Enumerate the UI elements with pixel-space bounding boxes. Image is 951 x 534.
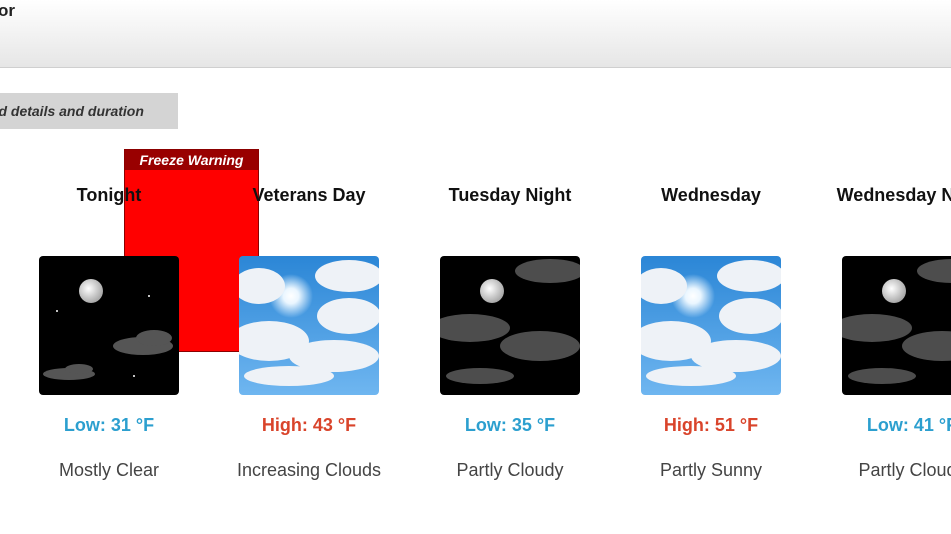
- period-name: Veterans Day: [252, 185, 366, 205]
- page-title: or: [0, 1, 15, 20]
- condition: Increasing Clouds: [236, 460, 382, 480]
- day-cloudy-icon: [239, 256, 379, 395]
- forecast-period-tonight: Tonight Low: 31 °F Mostly Clear: [14, 182, 204, 484]
- hazard-details-button[interactable]: rd details and duration: [0, 93, 178, 129]
- temperature: Low: 31 °F: [63, 415, 155, 435]
- forecast-period-veterans-day: Veterans Day High: 43 °F Increasing Clou…: [214, 182, 404, 484]
- temperature: Low: 35 °F: [464, 415, 556, 435]
- period-name: Tonight: [76, 185, 142, 205]
- day-partly-sunny-icon: [641, 256, 781, 395]
- period-name: Wednesday: [661, 185, 761, 205]
- night-cloudy-icon: [440, 256, 580, 395]
- period-name: Tuesday Night: [448, 185, 572, 205]
- freeze-warning-label: Freeze Warning: [125, 150, 258, 170]
- night-cloudy-icon: [842, 256, 951, 395]
- period-name: Wednesday Night: [836, 185, 951, 205]
- condition: Partly Cloudy: [456, 460, 564, 480]
- night-clear-icon: [39, 256, 179, 395]
- forecast-period-tuesday-night: Tuesday Night Low: 35 °F Partly Cloudy: [415, 182, 605, 484]
- temperature: High: 51 °F: [663, 415, 759, 435]
- forecast-period-wednesday-night: Wednesday Night Low: 41 °F Partly Cloudy: [817, 182, 951, 484]
- page-header: or: [0, 0, 951, 68]
- temperature: High: 43 °F: [261, 415, 357, 435]
- condition: Mostly Clear: [58, 460, 160, 480]
- temperature: Low: 41 °F: [866, 415, 951, 435]
- forecast-period-wednesday: Wednesday High: 51 °F Partly Sunny: [616, 182, 806, 484]
- condition: Partly Sunny: [659, 460, 763, 480]
- condition: Partly Cloudy: [858, 460, 951, 480]
